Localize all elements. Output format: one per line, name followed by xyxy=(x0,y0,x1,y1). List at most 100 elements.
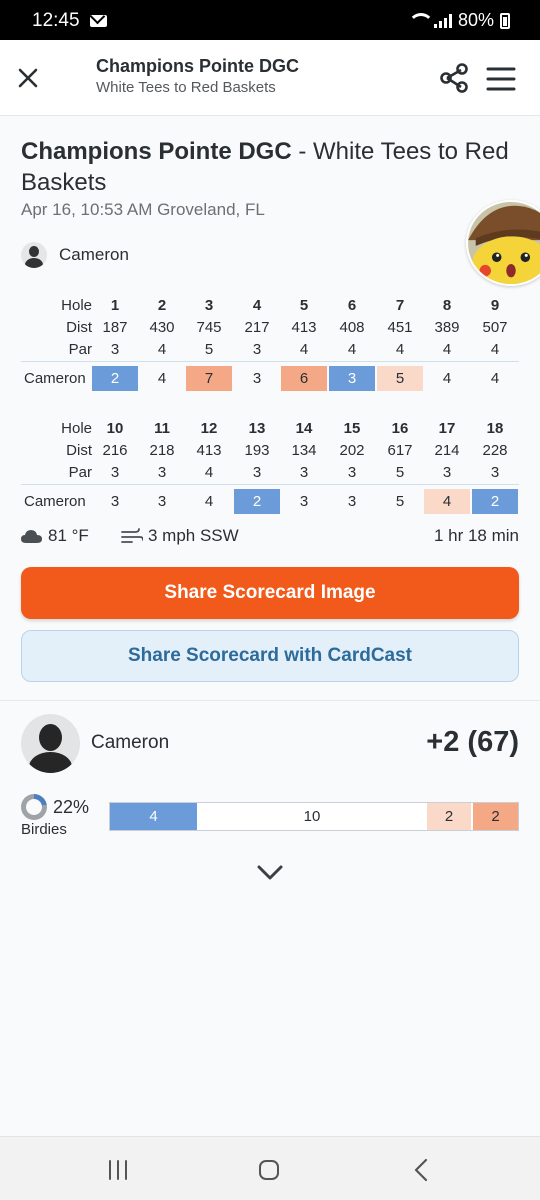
hole-number: 16 xyxy=(391,420,409,437)
wind: 3 mph SSW xyxy=(148,526,239,545)
hole-distance: 216 xyxy=(102,442,128,459)
hole-distance: 413 xyxy=(291,319,317,336)
hole-score: 3 xyxy=(299,493,309,510)
close-icon[interactable] xyxy=(12,62,44,94)
chevron-down-icon[interactable] xyxy=(254,858,286,886)
hole-distance: 134 xyxy=(291,442,317,459)
distribution-bogey: 2 xyxy=(427,803,473,830)
hole-score: 3 xyxy=(347,493,357,510)
hole-distance: 187 xyxy=(102,319,128,336)
hole-number: 12 xyxy=(200,420,218,437)
hole-score: 3 xyxy=(329,366,375,391)
hole-par: 3 xyxy=(110,464,120,481)
hole-score: 4 xyxy=(442,370,452,387)
hole-score: 3 xyxy=(252,370,262,387)
hole-score: 2 xyxy=(234,489,280,514)
status-right: 80% xyxy=(407,10,510,31)
hole-number: 10 xyxy=(106,420,124,437)
hole-par: 5 xyxy=(395,464,405,481)
par-row: Par 3 4 5 3 4 4 4 4 4 xyxy=(21,338,519,361)
round-date-location: Apr 16, 10:53 AM Groveland, FL xyxy=(21,200,265,219)
app-bar-title: Champions Pointe DGC xyxy=(96,56,300,76)
par-row: Par 3 3 4 3 3 3 5 3 3 xyxy=(21,461,519,484)
hole-distance: 193 xyxy=(244,442,270,459)
hole-number: 8 xyxy=(442,297,452,314)
menu-icon[interactable] xyxy=(484,62,518,96)
hole-score: 7 xyxy=(186,366,232,391)
divider xyxy=(0,700,540,701)
score-distribution-bar: 4 10 2 2 xyxy=(109,802,519,831)
hole-row: Hole 10 11 12 13 14 15 16 17 18 xyxy=(21,417,519,440)
share-icon[interactable] xyxy=(436,60,472,96)
share-scorecard-image-button[interactable]: Share Scorecard Image xyxy=(21,567,519,619)
distance-row: Dist 187 430 745 217 413 408 451 389 507 xyxy=(21,316,519,339)
distribution-birdie: 4 xyxy=(110,803,199,830)
player-score-row: Cameron 2 4 7 3 6 3 5 4 4 xyxy=(21,366,519,391)
summary-player-name[interactable]: Cameron xyxy=(91,732,169,754)
hole-par: 3 xyxy=(110,341,120,358)
hole-distance: 389 xyxy=(434,319,460,336)
hole-par: 3 xyxy=(347,464,357,481)
hole-score: 2 xyxy=(472,489,518,514)
birdie-label: Birdies xyxy=(21,821,67,838)
hole-distance: 202 xyxy=(339,442,365,459)
hole-par: 3 xyxy=(442,464,452,481)
hole-par: 5 xyxy=(204,341,214,358)
course-name: Champions Pointe DGC xyxy=(21,138,292,165)
round-duration: 1 hr 18 min xyxy=(433,526,519,545)
hole-par: 4 xyxy=(299,341,309,358)
hole-number: 11 xyxy=(154,420,170,437)
recent-apps-icon[interactable] xyxy=(100,1159,136,1181)
wifi-icon xyxy=(407,13,434,28)
hole-distance: 507 xyxy=(482,319,508,336)
hole-number: 14 xyxy=(295,420,313,437)
hole-number: 15 xyxy=(343,420,361,437)
hole-number: 6 xyxy=(347,297,357,314)
distance-row: Dist 216 218 413 193 134 202 617 214 228 xyxy=(21,439,519,462)
distribution-double-bogey: 2 xyxy=(473,803,518,830)
total-score: +2 (67) xyxy=(426,726,519,758)
app-bar-subtitle: White Tees to Red Baskets xyxy=(96,79,276,96)
hole-score: 6 xyxy=(281,366,327,391)
par-label: Par xyxy=(68,464,92,481)
hole-par: 4 xyxy=(395,341,405,358)
hole-number: 17 xyxy=(438,420,456,437)
hole-number: 1 xyxy=(110,297,120,314)
divider xyxy=(21,484,519,485)
divider xyxy=(21,361,519,362)
hole-distance: 413 xyxy=(196,442,222,459)
hole-distance: 408 xyxy=(339,319,365,336)
hole-score: 5 xyxy=(395,493,405,510)
wind-icon xyxy=(121,528,143,543)
system-nav-bar xyxy=(0,1136,540,1200)
avatar[interactable] xyxy=(21,714,80,773)
hole-label: Hole xyxy=(61,297,92,314)
distance-label: Dist xyxy=(66,442,92,459)
hole-score: 4 xyxy=(157,370,167,387)
hole-distance: 451 xyxy=(387,319,413,336)
player-label: Cameron xyxy=(24,493,86,510)
temperature: 81 °F xyxy=(48,526,89,545)
hole-number: 18 xyxy=(486,420,504,437)
share-cardcast-button[interactable]: Share Scorecard with CardCast xyxy=(21,630,519,682)
back-icon[interactable] xyxy=(410,1157,432,1183)
hole-row: Hole 1 2 3 4 5 6 7 8 9 xyxy=(21,294,519,317)
hole-score: 4 xyxy=(424,489,470,514)
user-profile-avatar[interactable] xyxy=(466,200,540,286)
hole-distance: 214 xyxy=(434,442,460,459)
hole-par: 3 xyxy=(157,464,167,481)
player-score-row: Cameron 3 3 4 2 3 3 5 4 2 xyxy=(21,489,519,514)
hole-number: 5 xyxy=(299,297,309,314)
player-label: Cameron xyxy=(24,370,86,387)
home-icon[interactable] xyxy=(258,1159,280,1181)
battery-icon xyxy=(500,12,510,29)
status-time: 12:45 xyxy=(32,10,80,31)
status-bar: 12:45 80% xyxy=(0,0,540,40)
hole-par: 3 xyxy=(490,464,500,481)
hole-score: 4 xyxy=(204,493,214,510)
hole-number: 7 xyxy=(395,297,405,314)
hole-score: 5 xyxy=(377,366,423,391)
hole-par: 4 xyxy=(204,464,214,481)
round-player[interactable]: Cameron xyxy=(21,242,129,268)
hole-number: 9 xyxy=(490,297,500,314)
